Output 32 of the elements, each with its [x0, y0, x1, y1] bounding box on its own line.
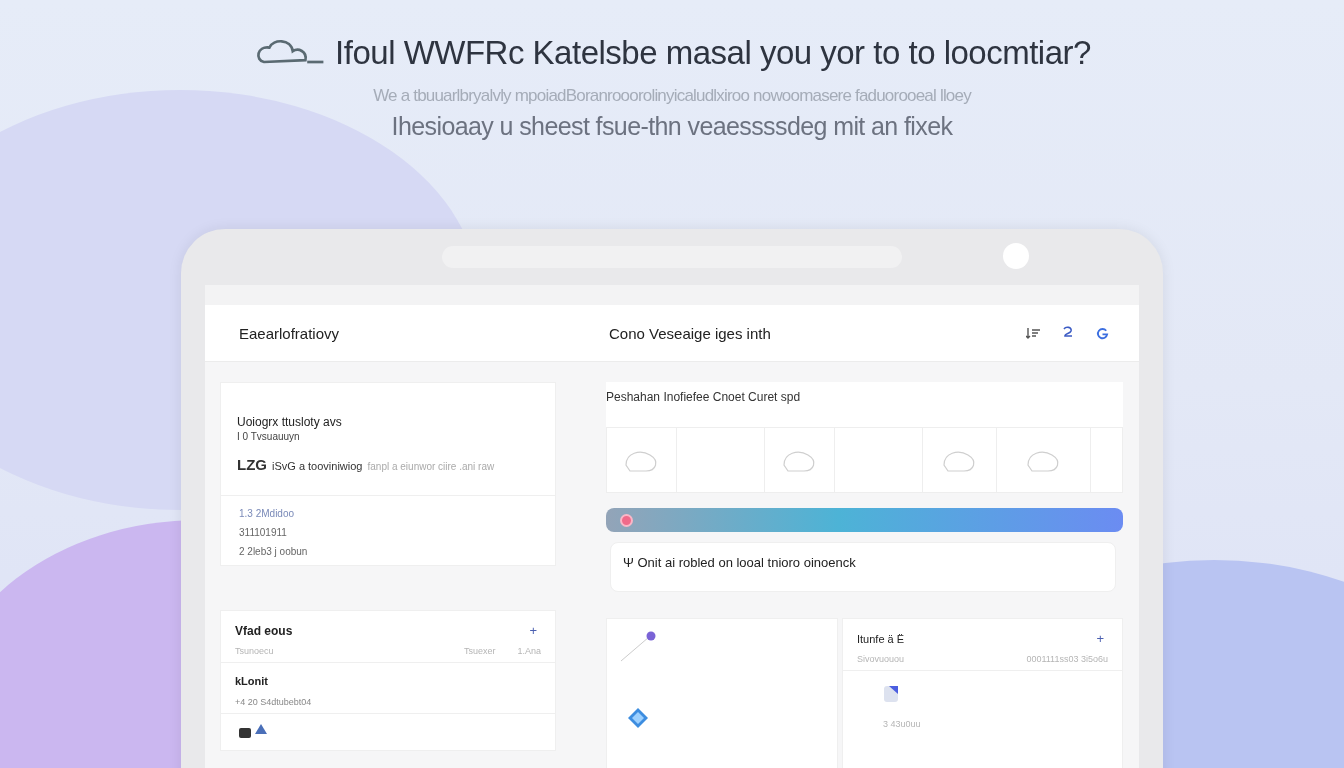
device-icon: [239, 722, 269, 738]
list-meta: Tsuexer: [463, 646, 496, 656]
gem-icon: [627, 707, 649, 729]
detail-meta: Sivovuouou: [857, 654, 905, 664]
add-button[interactable]: +: [1092, 631, 1108, 646]
info-heading: Uoiogrx ttusloty avs: [237, 415, 343, 429]
app-title: Eaearlofratiovy: [239, 324, 341, 342]
list-item-title[interactable]: kLonit: [235, 675, 541, 687]
code-label: LZG: [237, 456, 267, 473]
info-row-text: 311101911: [239, 527, 288, 538]
list-item-subtitle: +4 20 S4dtubebt04: [235, 697, 313, 707]
sort-icon[interactable]: [1026, 327, 1040, 339]
detail-meta: 0001111ss03 3i5o6u: [1026, 654, 1108, 664]
info-subheading: I 0 Tvsuauuyn: [237, 431, 301, 442]
info-row-text: 1.3 2Mdidoo: [239, 508, 296, 519]
info-row-text: 2 2leb3 j oobun: [239, 546, 309, 557]
section-title: Cono Veseaige iges inth: [609, 324, 771, 342]
document-icon: [883, 685, 899, 703]
gallery-title: Peshahan Inofiefee Cnoet Curet spd: [606, 390, 802, 404]
notice-text: Ψ Onit ai robled on looal tnioro oinoenck: [623, 555, 856, 570]
add-button[interactable]: +: [525, 623, 541, 638]
headline: Ifoul WWFRc Katelsbe masal you yor to to loocmtiar?: [335, 34, 1091, 72]
info-line: iSvG a tooviniwiog: [272, 460, 363, 472]
subline: We a tbuuarlbryalvly mpoiadBoranrooorolinyicaludlxiroo nowoomasere faduorooeal lloey: [373, 86, 971, 106]
info-line-muted: fanpl a eiunwor ciire .ani raw: [367, 461, 495, 472]
refresh-icon[interactable]: [1096, 326, 1109, 340]
tagline: Ihesioaay u sheest fsue-thn veaessssdeg mit an fixek: [391, 112, 953, 141]
detail-title: Itunfe ä Ë: [857, 632, 905, 645]
list-meta: Tsunoecu: [235, 646, 274, 656]
list-title: Vfad eous: [235, 623, 293, 638]
list-meta: 1.Ana: [517, 646, 541, 656]
detail-meta: 3 43u0uu: [882, 719, 922, 729]
